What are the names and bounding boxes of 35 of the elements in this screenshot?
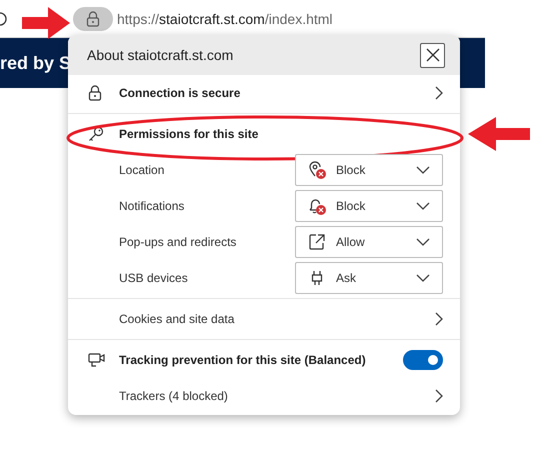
setting-label: Tracking prevention for this site (Balanced) (119, 353, 367, 367)
chevron-right-icon (435, 389, 443, 403)
annotation-arrow (22, 7, 70, 39)
close-icon (426, 48, 440, 62)
blocked-badge-icon (316, 205, 326, 215)
chevron-right-icon (435, 312, 443, 326)
chevron-down-icon (416, 202, 430, 210)
permission-label: Notifications (119, 199, 186, 213)
permission-dropdown[interactable]: Allow (295, 226, 443, 258)
permission-label: USB devices (119, 271, 189, 285)
blocked-badge-icon (316, 169, 326, 179)
chevron-down-icon (416, 274, 430, 282)
permission-label: Pop-ups and redirects (119, 235, 238, 249)
permission-dropdown[interactable]: Block (295, 190, 443, 222)
close-button[interactable] (420, 42, 445, 68)
chevron-down-icon (416, 166, 430, 174)
tracker-icon (88, 352, 106, 368)
chevron-right-icon (435, 86, 443, 100)
site-info-button[interactable] (73, 6, 113, 30)
permission-dropdown[interactable]: Ask (295, 262, 443, 294)
menu-item[interactable]: Trackers (4 blocked) (68, 378, 460, 414)
lock-icon (86, 10, 100, 26)
menu-item[interactable]: Connection is secure (68, 75, 460, 111)
toggle-switch[interactable] (403, 350, 443, 370)
lock-icon (88, 85, 102, 101)
annotation-arrow (468, 117, 530, 151)
popup-title: About staiotcraft.st.com (87, 47, 234, 63)
popout-icon (308, 233, 326, 251)
address-field[interactable]: https://staiotcraft.st.com/index.html (117, 10, 333, 26)
permission-label: Location (119, 163, 166, 177)
chevron-down-icon (416, 238, 430, 246)
key-icon (88, 126, 104, 142)
menu-item[interactable]: Cookies and site data (68, 301, 460, 337)
permission-dropdown[interactable]: Block (295, 154, 443, 186)
section-heading: Permissions for this site (119, 127, 260, 141)
